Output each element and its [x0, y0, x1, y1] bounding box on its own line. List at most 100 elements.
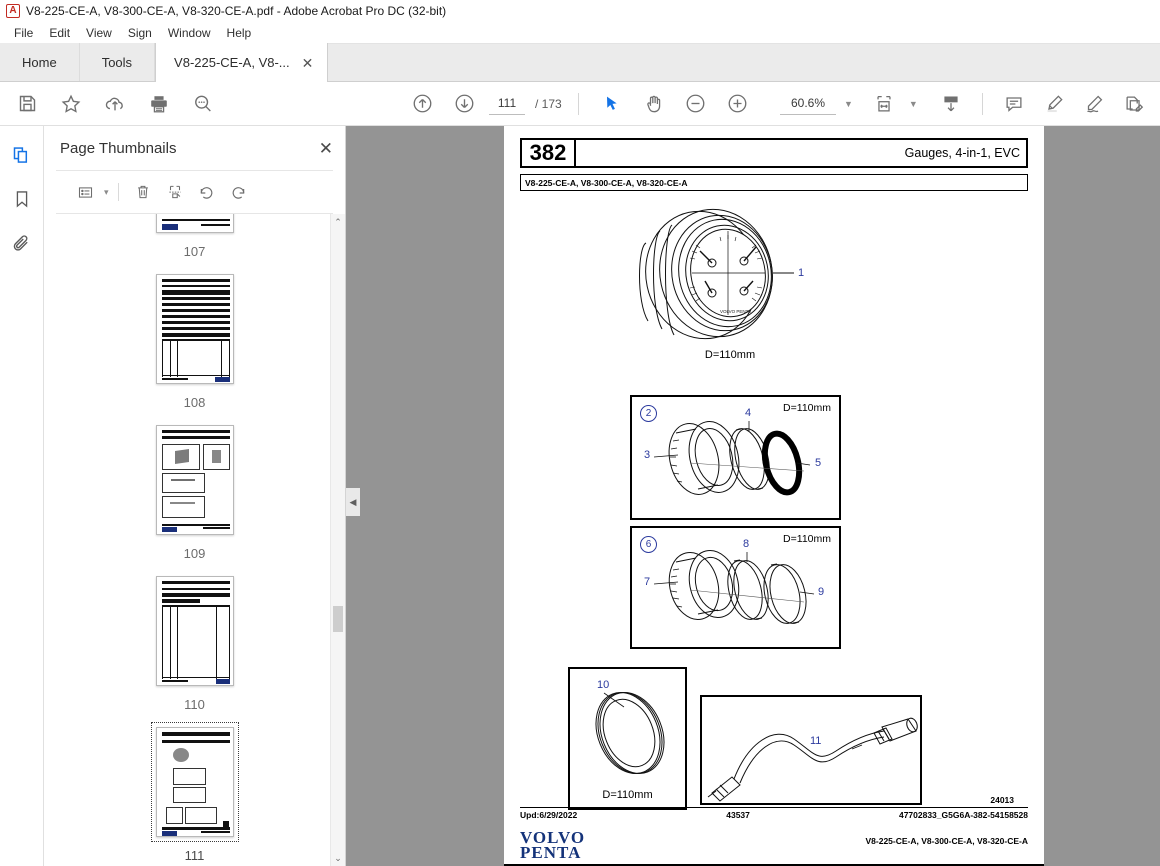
page-title: Page Thumbnails	[60, 139, 177, 157]
toolbar-divider-2	[981, 92, 983, 115]
figure-box-10: 10 D=110mm	[568, 667, 687, 810]
list-options-icon[interactable]	[70, 178, 100, 206]
close-icon[interactable]: ✕	[319, 140, 333, 157]
figure-box-2: 2 D=110mm 3 4 5	[630, 395, 841, 520]
arrow-up-circle-icon[interactable]	[405, 87, 439, 121]
toolbar-navigation-group: / 173	[405, 87, 755, 121]
list-item[interactable]: 107	[44, 214, 345, 263]
rotate-clockwise-icon[interactable]	[224, 178, 254, 206]
tab-tools-label: Tools	[101, 54, 133, 70]
tab-document-label: V8-225-CE-A, V8-...	[174, 55, 290, 70]
bookmarks-icon[interactable]	[7, 184, 37, 214]
thumbnail-label: 110	[184, 697, 205, 712]
acrobat-icon: A	[6, 4, 20, 18]
scrollbar-thumb[interactable]	[333, 606, 343, 632]
callout-3: 3	[644, 449, 651, 461]
callout-4: 4	[745, 407, 752, 419]
thumbnail-frame	[151, 269, 239, 389]
thumbnail-label: 109	[183, 546, 206, 561]
page-footer: 24013 Upd:6/29/2022 43537 47702833_G5G6A…	[520, 795, 1028, 861]
chevron-down-icon[interactable]: ▼	[844, 99, 853, 109]
footer-updated: Upd:6/29/2022	[520, 810, 578, 820]
pdf-page: 382 Gauges, 4-in-1, EVC V8-225-CE-A, V8-…	[504, 126, 1044, 866]
tab-home[interactable]: Home	[0, 43, 80, 81]
pdf-page-content: 382 Gauges, 4-in-1, EVC V8-225-CE-A, V8-…	[520, 138, 1028, 860]
menu-file[interactable]: File	[6, 24, 41, 42]
comment-icon[interactable]	[997, 87, 1031, 121]
main-toolbar: / 173 ▼	[0, 82, 1160, 126]
rotate-counterclockwise-icon[interactable]	[192, 178, 222, 206]
tab-home-label: Home	[22, 54, 57, 70]
close-icon[interactable]: ✕	[302, 56, 314, 70]
footer-part-reference: 47702833_G5G6A-382-54158528	[898, 810, 1028, 820]
callout-8: 8	[743, 538, 750, 550]
tab-document[interactable]: V8-225-CE-A, V8-... ✕	[155, 43, 329, 82]
fit-width-icon[interactable]	[867, 87, 901, 121]
fit-chevron-down-icon[interactable]: ▼	[909, 99, 918, 109]
toolbar-right-group: ▼ ▼	[780, 87, 1151, 121]
dimension-label-box-10: D=110mm	[602, 789, 653, 801]
thumbnails-scrollbar[interactable]: ⌃ ⌄	[330, 214, 345, 866]
callout-11: 11	[810, 735, 822, 747]
window-title: V8-225-CE-A, V8-300-CE-A, V8-320-CE-A.pd…	[26, 4, 447, 18]
svg-text:VOLVO PENTA: VOLVO PENTA	[720, 309, 751, 314]
tab-tools[interactable]: Tools	[79, 43, 156, 81]
plus-circle-icon[interactable]	[721, 87, 755, 121]
thumbnail-frame	[151, 571, 239, 691]
toolbar-divider-1	[577, 92, 579, 115]
hand-icon[interactable]	[637, 87, 671, 121]
scroll-up-icon[interactable]: ⌃	[331, 214, 345, 230]
arrow-down-circle-icon[interactable]	[447, 87, 481, 121]
page-header-row: 382 Gauges, 4-in-1, EVC	[520, 138, 1028, 168]
cursor-arrow-icon[interactable]	[595, 87, 629, 121]
save-icon[interactable]	[10, 87, 44, 121]
callout-9: 9	[818, 586, 825, 598]
thumbnail-label: 111	[184, 848, 205, 863]
dimension-label-box-6: D=110mm	[783, 533, 831, 545]
minus-circle-icon[interactable]	[679, 87, 713, 121]
page-total-label: / 173	[535, 96, 562, 111]
highlight-icon[interactable]	[1037, 87, 1071, 121]
thumbnail-frame	[150, 722, 239, 842]
page-thumbnails-panel: Page Thumbnails ✕ ▾ 107 108 109 110 111 …	[44, 126, 346, 866]
star-icon[interactable]	[54, 87, 88, 121]
attachments-icon[interactable]	[7, 228, 37, 258]
list-item[interactable]: 111	[44, 722, 345, 866]
callout-1: 1	[798, 267, 805, 279]
zoom-search-icon[interactable]	[186, 87, 220, 121]
menubar: File Edit View Sign Window Help	[0, 22, 1160, 44]
menu-view[interactable]: View	[78, 24, 120, 42]
menu-sign[interactable]: Sign	[120, 24, 160, 42]
page-number-input[interactable]	[489, 92, 525, 115]
window-titlebar: A V8-225-CE-A, V8-300-CE-A, V8-320-CE-A.…	[0, 0, 1160, 22]
thumbnail-list[interactable]: 107 108 109 110 111	[44, 214, 345, 866]
print-icon[interactable]	[142, 87, 176, 121]
thumbnails-toolbar: ▾	[56, 170, 333, 214]
collapse-panel-icon[interactable]: ◀	[346, 488, 360, 516]
upload-cloud-icon[interactable]	[98, 87, 132, 121]
footer-row: Upd:6/29/2022 43537 47702833_G5G6A-382-5…	[520, 810, 1028, 820]
extract-pages-icon[interactable]	[160, 178, 190, 206]
drawing-code: 24013	[990, 794, 1014, 805]
thumbnail-page-image	[155, 425, 234, 535]
page-thumbnails-icon[interactable]	[7, 140, 37, 170]
trash-icon[interactable]	[128, 178, 158, 206]
figure-number-6: 6	[640, 536, 657, 553]
workspace: Page Thumbnails ✕ ▾ 107 108 109 110 111 …	[0, 126, 1160, 866]
thumbnail-page-image	[155, 576, 234, 686]
document-viewer[interactable]: ◀ 382 Gauges, 4-in-1, EVC V8-225-CE-A, V…	[346, 126, 1160, 866]
figure-number-2: 2	[640, 405, 657, 422]
page-section-title: Gauges, 4-in-1, EVC	[576, 138, 1028, 168]
edit-pdf-icon[interactable]	[1117, 87, 1151, 121]
menu-help[interactable]: Help	[219, 24, 260, 42]
list-item[interactable]: 109	[44, 420, 345, 565]
sign-icon[interactable]	[1077, 87, 1111, 121]
page-down-icon[interactable]	[934, 87, 968, 121]
options-chevron-down-icon[interactable]: ▾	[104, 187, 109, 198]
list-item[interactable]: 108	[44, 269, 345, 414]
list-item[interactable]: 110	[44, 571, 345, 716]
thumbnail-page-image	[155, 727, 234, 837]
zoom-level-input[interactable]	[780, 92, 836, 115]
menu-window[interactable]: Window	[160, 24, 219, 42]
menu-edit[interactable]: Edit	[41, 24, 78, 42]
